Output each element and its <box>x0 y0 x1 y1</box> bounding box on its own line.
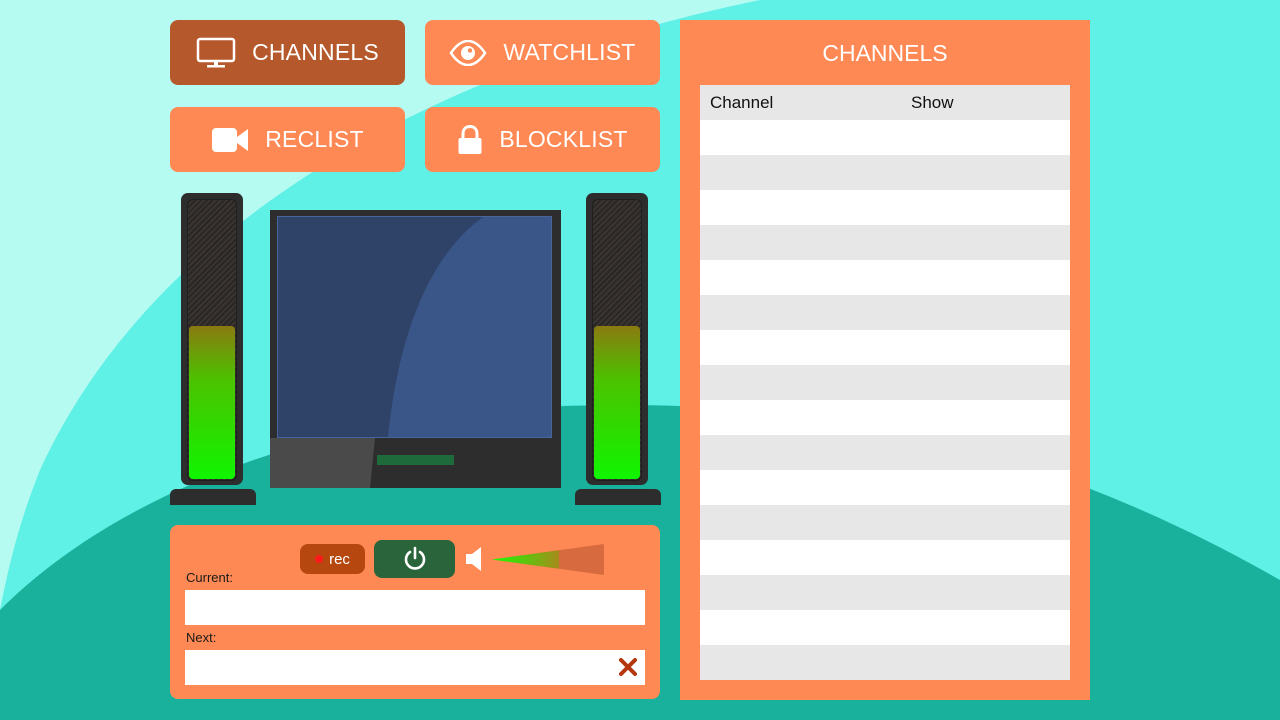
next-label: Next: <box>186 630 217 645</box>
record-button-label: rec <box>329 550 350 568</box>
reclist-button[interactable]: RECLIST <box>170 107 405 172</box>
right-speaker-level-meter <box>594 326 640 479</box>
table-row[interactable] <box>700 155 1070 190</box>
right-speaker-base <box>575 489 661 505</box>
lock-icon <box>457 124 483 155</box>
left-speaker <box>181 193 243 485</box>
blocklist-button[interactable]: BLOCKLIST <box>425 107 660 172</box>
record-dot-icon <box>315 555 324 563</box>
table-row[interactable] <box>700 190 1070 225</box>
table-row[interactable] <box>700 295 1070 330</box>
tv-stand-highlight <box>270 438 375 488</box>
column-header-show: Show <box>911 92 954 112</box>
eye-icon <box>449 39 487 66</box>
tv-screen <box>277 216 552 438</box>
channels-table: Channel Show <box>700 85 1070 680</box>
channels-button-label: CHANNELS <box>252 39 379 65</box>
right-speaker <box>586 193 648 485</box>
channels-button[interactable]: CHANNELS <box>170 20 405 85</box>
table-row[interactable] <box>700 505 1070 540</box>
blocklist-button-label: BLOCKLIST <box>499 126 628 152</box>
current-field[interactable] <box>185 590 645 625</box>
next-field[interactable] <box>185 650 645 685</box>
close-icon[interactable] <box>619 658 637 681</box>
power-button[interactable] <box>374 540 455 578</box>
table-row[interactable] <box>700 400 1070 435</box>
table-row[interactable] <box>700 260 1070 295</box>
table-row[interactable] <box>700 610 1070 645</box>
left-speaker-grill <box>187 199 237 481</box>
watchlist-button[interactable]: WATCHLIST <box>425 20 660 85</box>
table-header: Channel Show <box>700 85 1070 120</box>
table-row[interactable] <box>700 575 1070 610</box>
volume-slider[interactable] <box>492 544 604 575</box>
power-icon <box>402 546 428 572</box>
left-speaker-base <box>170 489 256 505</box>
tv-indicator <box>377 455 454 465</box>
speaker-volume-icon[interactable] <box>465 545 483 578</box>
left-speaker-level-meter <box>189 326 235 479</box>
right-speaker-grill <box>592 199 642 481</box>
table-body <box>700 120 1070 680</box>
tv <box>270 210 561 488</box>
record-button[interactable]: rec <box>300 544 365 574</box>
table-row[interactable] <box>700 225 1070 260</box>
table-row[interactable] <box>700 120 1070 155</box>
watchlist-button-label: WATCHLIST <box>503 39 636 65</box>
reclist-button-label: RECLIST <box>265 126 364 152</box>
monitor-icon <box>196 37 236 69</box>
table-row[interactable] <box>700 365 1070 400</box>
channels-panel-title: CHANNELS <box>822 40 948 66</box>
table-row[interactable] <box>700 540 1070 575</box>
table-row[interactable] <box>700 330 1070 365</box>
column-header-channel: Channel <box>710 92 774 112</box>
table-row[interactable] <box>700 435 1070 470</box>
table-row[interactable] <box>700 470 1070 505</box>
control-panel: rec Current: Next: <box>170 525 660 699</box>
video-camera-icon <box>211 126 249 154</box>
table-row[interactable] <box>700 645 1070 680</box>
current-label: Current: <box>186 570 233 585</box>
channels-panel: CHANNELS Channel Show <box>680 20 1090 700</box>
